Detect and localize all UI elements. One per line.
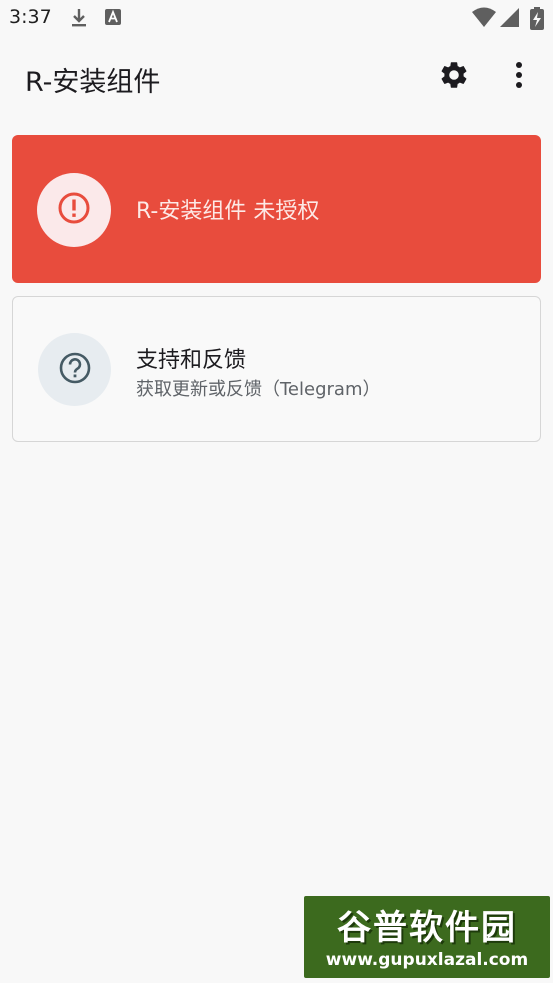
- unauthorized-card[interactable]: R-安装组件 未授权: [12, 135, 541, 283]
- settings-icon: [438, 59, 470, 95]
- error-icon: [57, 191, 91, 229]
- settings-button[interactable]: [434, 57, 474, 97]
- battery-charging-icon: [530, 7, 544, 35]
- watermark-url: www.gupuxlazal.com: [325, 950, 529, 970]
- support-subtitle: 获取更新或反馈（Telegram）: [136, 379, 381, 400]
- support-title: 支持和反馈: [136, 348, 247, 373]
- a-notification-icon: [104, 7, 122, 31]
- help-icon: [58, 351, 92, 389]
- status-time: 3:37: [9, 6, 52, 28]
- app-bar: R-安装组件: [0, 38, 553, 122]
- signal-icon: [500, 7, 520, 33]
- help-icon-container: [38, 333, 111, 406]
- watermark-name: 谷普软件园: [337, 908, 517, 948]
- unauthorized-label: R-安装组件 未授权: [136, 199, 320, 224]
- watermark-logo: 谷普软件园 www.gupuxlazal.com: [304, 896, 550, 978]
- page-title: R-安装组件: [25, 67, 161, 98]
- error-icon-container: [37, 173, 111, 247]
- more-vert-icon: [515, 61, 523, 93]
- support-feedback-card[interactable]: 支持和反馈 获取更新或反馈（Telegram）: [12, 296, 541, 442]
- download-icon: [70, 7, 88, 33]
- wifi-icon: [472, 7, 496, 33]
- status-bar: 3:37: [0, 0, 553, 38]
- more-options-button[interactable]: [499, 57, 539, 97]
